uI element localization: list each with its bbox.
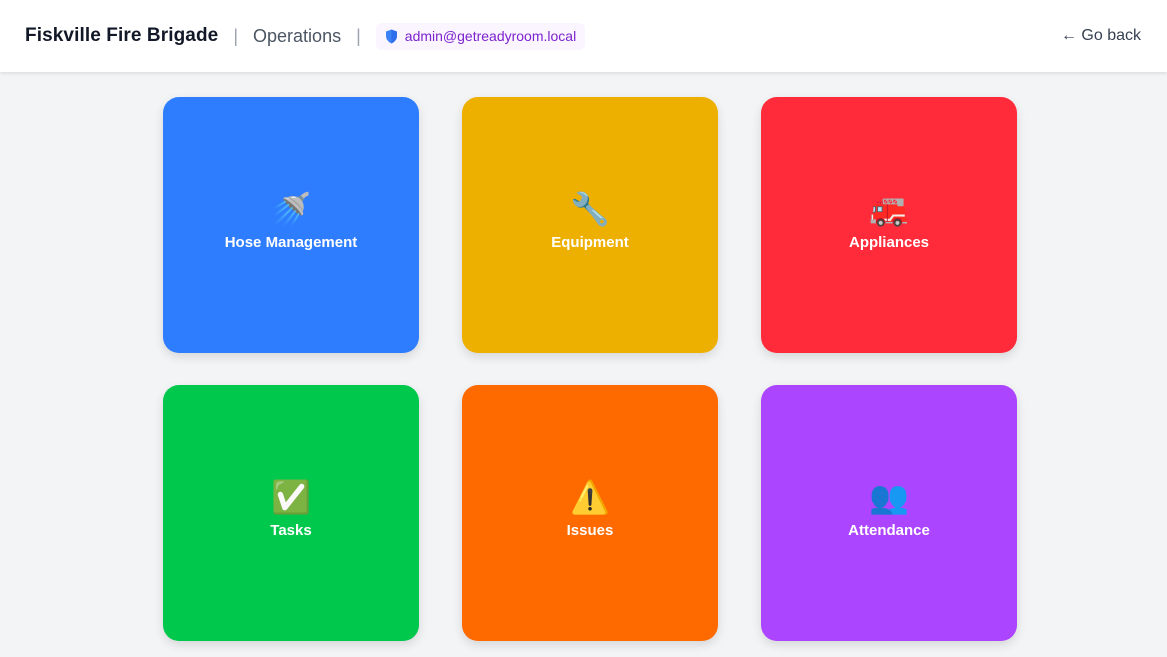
tile-label: Issues — [566, 521, 614, 539]
tile-attendance[interactable]: 👥 Attendance — [761, 385, 1017, 641]
tile-issues[interactable]: ⚠️ Issues — [462, 385, 718, 641]
check-box-icon: ✅ — [271, 477, 311, 516]
people-icon: 👥 — [869, 477, 909, 516]
top-header: Fiskville Fire Brigade | Operations | ad… — [0, 0, 1167, 72]
go-back-link[interactable]: ← Go back — [1061, 27, 1141, 45]
user-email: admin@getreadyroom.local — [404, 28, 577, 44]
tile-tasks[interactable]: ✅ Tasks — [163, 385, 419, 641]
tile-equipment[interactable]: 🔧 Equipment — [462, 97, 718, 353]
brigade-title: Fiskville Fire Brigade — [25, 25, 219, 46]
tile-appliances[interactable]: 🚒 Appliances — [761, 97, 1017, 353]
wrench-icon: 🔧 — [570, 189, 610, 228]
tile-hose-management[interactable]: 🚿 Hose Management — [163, 97, 419, 353]
header-separator: | — [233, 25, 239, 46]
user-badge: admin@getreadyroom.local — [375, 22, 586, 50]
tile-label: Hose Management — [224, 233, 358, 251]
tile-label: Attendance — [848, 521, 930, 539]
warning-icon: ⚠️ — [570, 477, 610, 516]
tile-label: Tasks — [270, 521, 312, 539]
header-separator-2: | — [356, 25, 361, 46]
shower-head-icon: 🚿 — [271, 189, 311, 228]
tile-label: Equipment — [551, 233, 629, 251]
fire-engine-icon: 🚒 — [869, 189, 909, 228]
section-title: Operations — [253, 25, 342, 46]
shield-icon — [385, 29, 397, 43]
tile-label: Appliances — [848, 233, 930, 251]
